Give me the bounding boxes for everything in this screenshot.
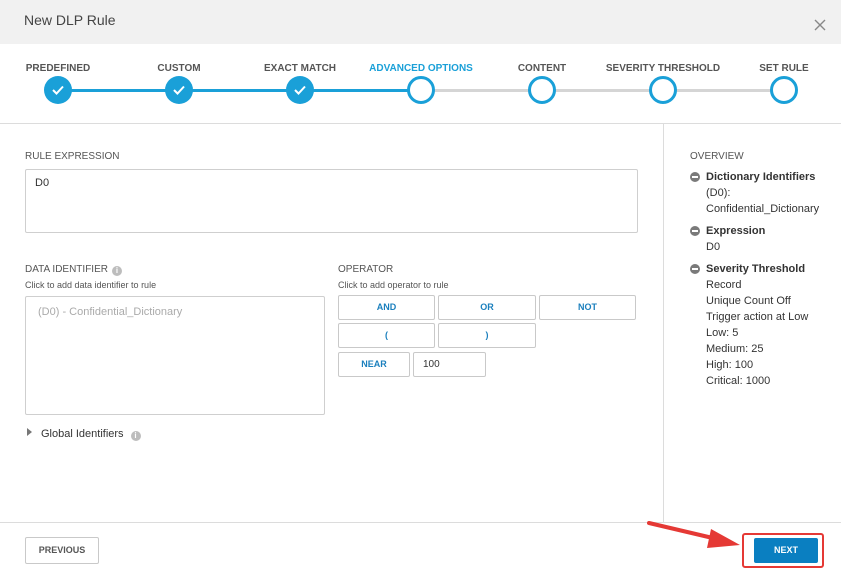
operator-label: OPERATOR [338,264,394,275]
close-paren-button[interactable]: ) [438,323,536,348]
step-label: PREDEFINED [25,63,91,74]
overview-heading: Expression [706,225,766,237]
data-identifier-label: DATA IDENTIFIER i [25,264,122,276]
minus-circle-icon[interactable] [690,264,700,274]
overview-line: Critical: 1000 [706,375,771,387]
dialog-header: New DLP Rule [0,0,841,44]
step-severity-threshold[interactable]: SEVERITY THRESHOLD [603,63,723,104]
overview-expression: Expression D0 [690,223,765,255]
data-identifier-label-text: DATA IDENTIFIER [25,264,108,275]
and-button[interactable]: AND [338,295,435,320]
step-pending-indicator [649,76,677,104]
overview-severity: Severity Threshold Record Unique Count O… [690,261,808,389]
open-paren-button[interactable]: ( [338,323,435,348]
overview-line: D0 [706,241,721,253]
check-icon [173,85,185,95]
step-exact-match[interactable]: EXACT MATCH [240,63,360,104]
rule-editor: RULE EXPRESSION D0 DATA IDENTIFIER i Clic… [0,124,663,522]
minus-circle-icon[interactable] [690,172,700,182]
overview-heading: Severity Threshold [706,263,806,275]
step-pending-indicator [770,76,798,104]
wizard-stepper: PREDEFINED CUSTOM EXACT MATCH ADVANCED O… [0,44,841,124]
stepper-track-remaining [420,89,784,92]
overview-dictionary: Dictionary Identifiers (D0): Confidentia… [690,169,819,217]
step-complete-indicator [165,76,193,104]
data-identifier-item[interactable]: (D0) - Confidential_Dictionary [38,306,312,318]
step-label: SEVERITY THRESHOLD [605,63,721,74]
step-pending-indicator [528,76,556,104]
step-custom[interactable]: CUSTOM [119,63,239,104]
or-button[interactable]: OR [438,295,536,320]
global-identifiers-label: Global Identifiers [41,428,124,440]
global-identifiers-toggle[interactable]: Global Identifiers i [27,428,141,441]
step-label: CONTENT [517,63,567,74]
overview-line: (D0): [706,187,731,199]
rule-expression-label: RULE EXPRESSION [25,151,120,162]
overview-line: Confidential_Dictionary [706,203,820,215]
next-button[interactable]: NEXT [754,538,818,563]
overview-line: Low: 5 [706,327,739,339]
step-complete-indicator [44,76,72,104]
near-button[interactable]: NEAR [338,352,410,377]
info-icon[interactable]: i [111,266,122,276]
overview-line: Trigger action at Low [706,311,809,323]
dialog-title: New DLP Rule [24,12,116,28]
overview-line: Medium: 25 [706,343,764,355]
previous-button[interactable]: PREVIOUS [25,537,99,564]
red-arrow-annotation [647,521,740,548]
data-identifier-hint: Click to add data identifier to rule [25,280,157,290]
step-label: CUSTOM [157,63,201,74]
stepper-track-completed [58,89,420,92]
overview-line: High: 100 [706,359,754,371]
overview-heading: Dictionary Identifiers [706,171,816,183]
step-label: ADVANCED OPTIONS [369,63,473,74]
step-label: SET RULE [759,63,809,74]
rule-expression-input[interactable]: D0 [25,169,638,233]
step-current-indicator [407,76,435,104]
overview-line: Unique Count Off [706,295,791,307]
overview-panel: OVERVIEW Dictionary Identifiers (D0): Co… [663,124,841,522]
check-icon [52,85,64,95]
operator-hint: Click to add operator to rule [338,280,449,290]
overview-title: OVERVIEW [690,151,744,162]
not-button[interactable]: NOT [539,295,636,320]
check-icon [294,85,306,95]
minus-circle-icon[interactable] [690,226,700,236]
step-advanced-options[interactable]: ADVANCED OPTIONS [361,63,481,104]
near-distance-input[interactable]: 100 [413,352,486,377]
step-predefined[interactable]: PREDEFINED [0,63,118,104]
data-identifier-list: (D0) - Confidential_Dictionary [25,296,325,415]
overview-line: Record [706,279,742,291]
triangle-right-icon [27,428,32,436]
info-icon[interactable]: i [130,431,141,441]
step-content[interactable]: CONTENT [482,63,602,104]
step-set-rule[interactable]: SET RULE [724,63,841,104]
step-complete-indicator [286,76,314,104]
step-label: EXACT MATCH [263,63,337,74]
close-icon[interactable] [813,18,827,32]
